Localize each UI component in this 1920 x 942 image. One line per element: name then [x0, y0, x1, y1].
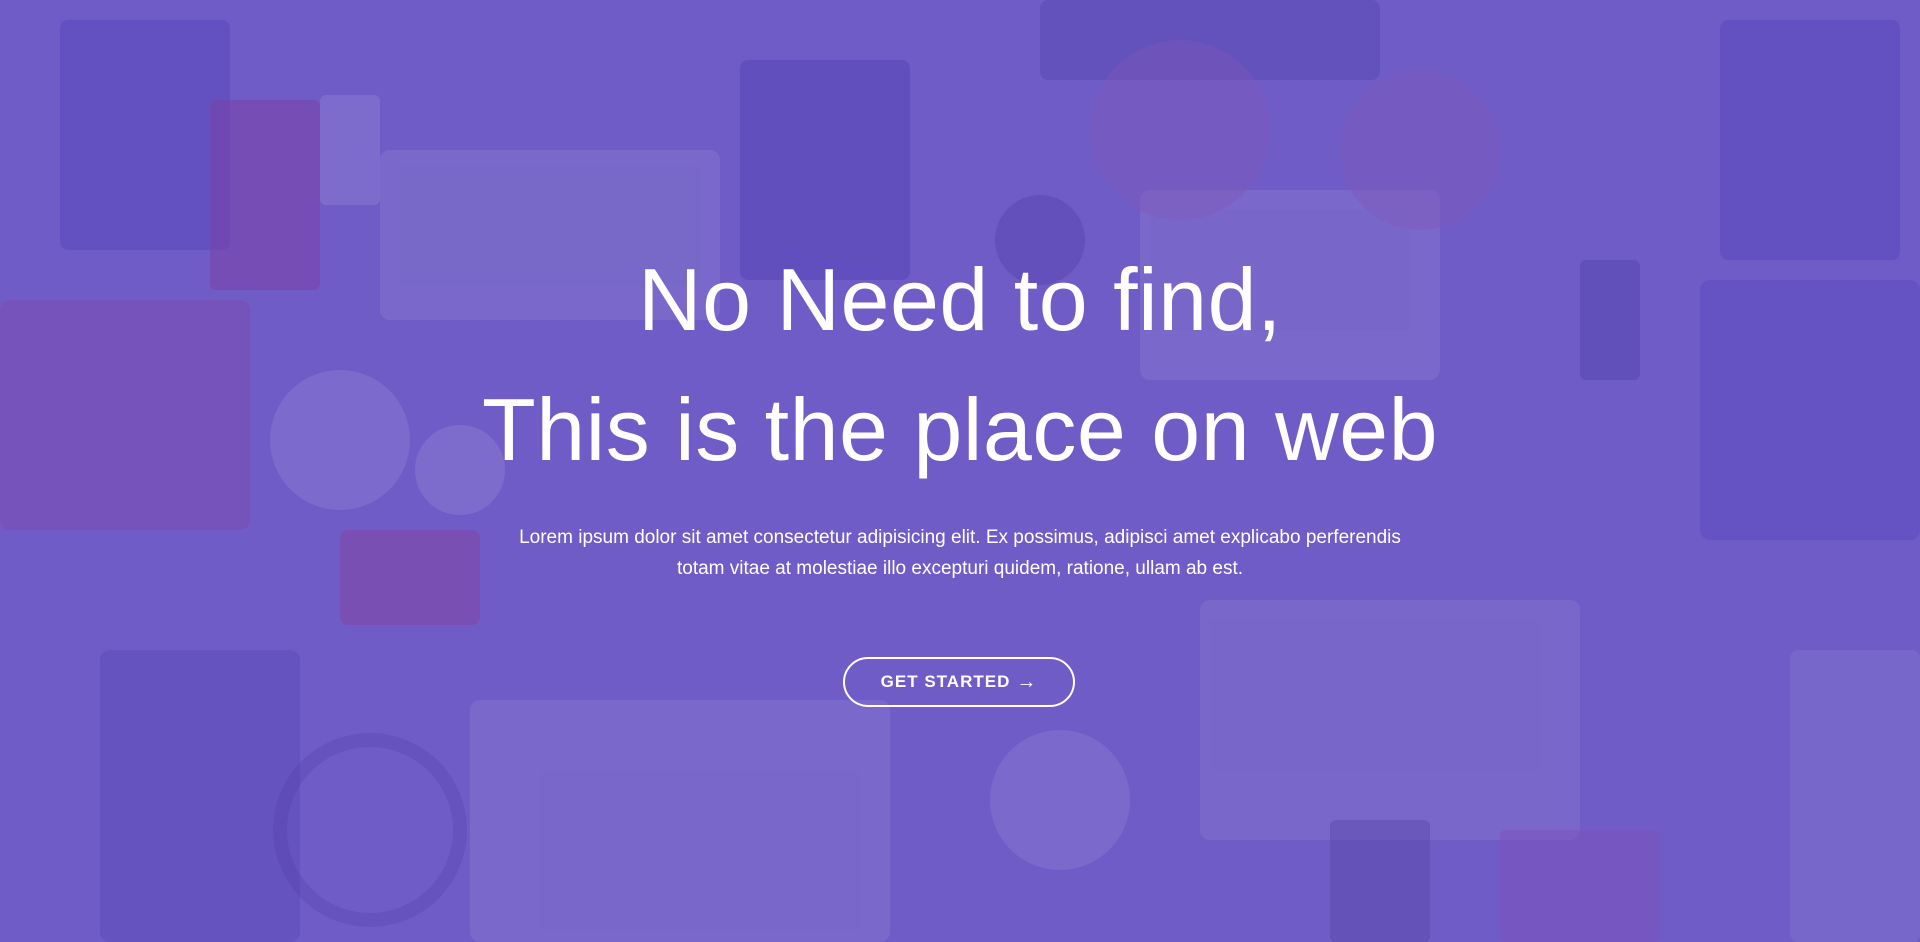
hero-section: No Need to find, This is the place on we…: [0, 0, 1920, 942]
get-started-button[interactable]: GET STARTED →: [843, 657, 1075, 707]
hero-headline-line-2: This is the place on web: [481, 380, 1439, 479]
hero-description: Lorem ipsum dolor sit amet consectetur a…: [480, 522, 1440, 584]
get-started-label: GET STARTED: [880, 672, 1011, 691]
arrow-right-icon: →: [1016, 671, 1038, 693]
hero-content: No Need to find, This is the place on we…: [0, 0, 1920, 942]
hero-description-line-1: Lorem ipsum dolor sit amet consectetur a…: [519, 527, 1401, 548]
hero-description-line-2: totam vitae at molestiae illo excepturi …: [676, 558, 1244, 579]
hero-headline-line-1: No Need to find,: [638, 250, 1282, 349]
